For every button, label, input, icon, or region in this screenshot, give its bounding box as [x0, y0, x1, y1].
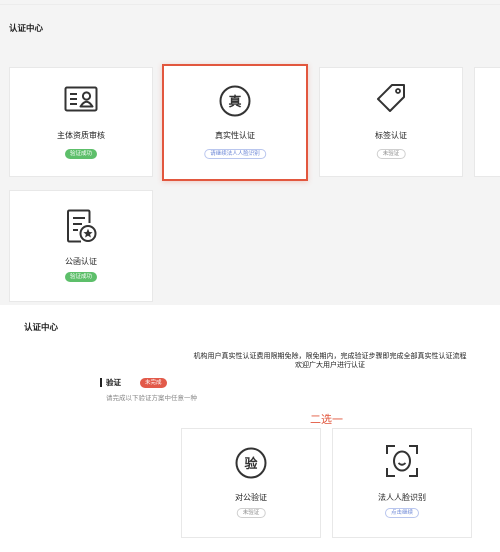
- card-partial[interactable]: [474, 67, 500, 177]
- notice-line-2: 欢迎广大用户进行认证: [295, 361, 365, 369]
- verify-label: 验证: [106, 378, 121, 387]
- page-title: 认证中心: [9, 24, 44, 34]
- yan-char-icon: 验: [235, 447, 267, 479]
- pick-one-label: 二选一: [310, 413, 343, 426]
- card-label: 真实性认证: [215, 131, 255, 140]
- option-label: 法人人脸识别: [378, 493, 426, 502]
- card-label: 主体资质审核: [57, 131, 105, 140]
- status-badge[interactable]: 请继续法人人脸识别: [204, 149, 266, 159]
- id-card-icon: [64, 86, 98, 112]
- status-badge: 未验证: [376, 149, 406, 159]
- yan-char: 验: [244, 456, 258, 472]
- continue-link[interactable]: 点击继续: [384, 508, 420, 518]
- face-scan-icon: [386, 445, 418, 477]
- status-badge: 验证成功: [64, 272, 98, 282]
- divider: [0, 4, 500, 5]
- option-label: 对公验证: [235, 493, 267, 502]
- svg-text:真: 真: [228, 94, 241, 110]
- card-label: 标签认证: [375, 131, 407, 140]
- status-badge: 验证成功: [64, 149, 98, 159]
- section-marker: [100, 378, 102, 387]
- card-tag-certification[interactable]: 标签认证 未验证: [319, 67, 463, 177]
- card-official-letter[interactable]: 公函认证 验证成功: [9, 190, 153, 302]
- zhen-char-icon: 真: [219, 85, 251, 117]
- verify-status-badge: 未完成: [140, 378, 167, 388]
- card-entity-qualification[interactable]: 主体资质审核 验证成功: [9, 67, 153, 177]
- option-corporate-verification[interactable]: 验 对公验证 未验证: [181, 428, 321, 538]
- section-title: 认证中心: [24, 323, 59, 333]
- document-star-icon: [67, 209, 97, 243]
- verify-subtitle: 请完成以下验证方案中任意一种: [106, 394, 197, 402]
- option-face-recognition[interactable]: 法人人脸识别 点击继续: [332, 428, 472, 538]
- card-label: 公函认证: [65, 257, 97, 266]
- status-badge: 未验证: [236, 508, 266, 518]
- card-authenticity[interactable]: 真 真实性认证 请继续法人人脸识别: [162, 64, 308, 181]
- tag-icon: [377, 84, 405, 112]
